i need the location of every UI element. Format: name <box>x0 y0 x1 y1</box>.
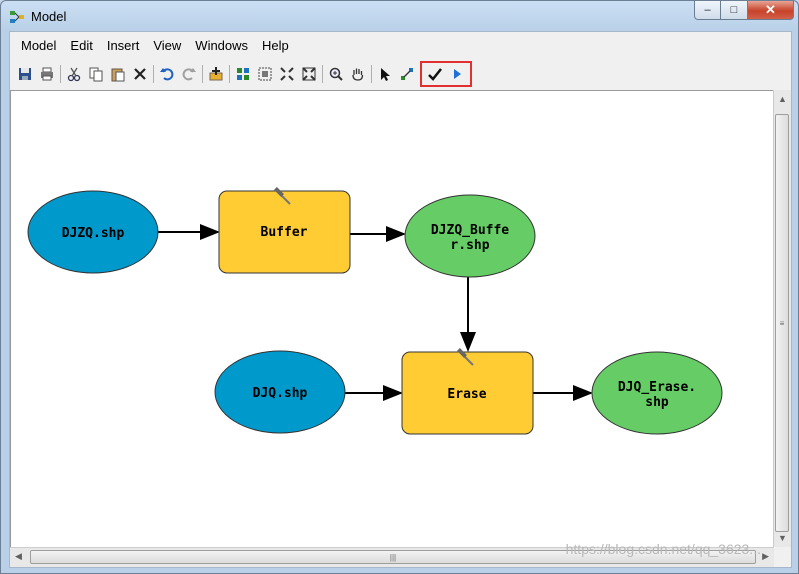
menu-edit[interactable]: Edit <box>63 36 99 56</box>
node-djq-erase-label-line2: shp <box>645 395 669 410</box>
watermark: https://blog.csdn.net/qq_3623... <box>565 541 761 557</box>
select-button[interactable] <box>374 63 396 85</box>
paste-button[interactable] <box>107 63 129 85</box>
print-icon <box>41 67 53 81</box>
connect-button[interactable] <box>396 63 418 85</box>
toolbar-separator <box>60 65 61 83</box>
copy-icon <box>89 67 103 82</box>
zoom-in-fixed-button[interactable] <box>276 63 298 85</box>
maximize-icon: □ <box>730 4 738 16</box>
full-extent-icon <box>258 67 272 81</box>
minimize-icon: – <box>704 4 711 16</box>
redo-button[interactable] <box>178 63 200 85</box>
scrollbar-corner <box>774 548 791 567</box>
model-diagram: DJZQ.shp Buffer DJZQ_Buffe r.shp DJQ.shp… <box>27 187 723 435</box>
zoom-button[interactable] <box>325 63 347 85</box>
node-djq-erase-shp[interactable]: DJQ_Erase. shp <box>591 351 723 435</box>
maximize-button[interactable]: □ <box>721 1 748 20</box>
zoom-out-fixed-icon <box>302 67 316 81</box>
toolbar-separator <box>202 65 203 83</box>
node-djzq-buffer-shp[interactable]: DJZQ_Buffe r.shp <box>404 194 536 278</box>
menu-model[interactable]: Model <box>14 36 63 56</box>
menu-help[interactable]: Help <box>255 36 296 56</box>
delete-icon <box>134 68 146 80</box>
close-icon: ✕ <box>765 2 776 17</box>
menu-bar: Model Edit Insert View Windows Help <box>10 32 791 60</box>
vertical-scrollbar[interactable]: ▲ ≡ ▼ <box>773 90 791 547</box>
delete-button[interactable] <box>129 63 151 85</box>
zoom-in-fixed-icon <box>280 67 294 81</box>
toolbar-separator <box>229 65 230 83</box>
zoom-icon <box>329 67 343 81</box>
select-icon <box>381 68 390 81</box>
scroll-left-icon[interactable]: ◀ <box>15 551 22 562</box>
cut-button[interactable] <box>63 63 85 85</box>
node-erase-tool[interactable]: Erase <box>401 348 534 435</box>
vertical-scroll-thumb[interactable]: ≡ <box>775 114 789 532</box>
paste-icon <box>111 68 125 82</box>
pan-icon <box>352 68 364 81</box>
zoom-out-fixed-button[interactable] <box>298 63 320 85</box>
undo-button[interactable] <box>156 63 178 85</box>
node-erase-label: Erase <box>447 387 486 402</box>
client-area: Model Edit Insert View Windows Help DJZQ… <box>9 31 792 568</box>
minimize-button[interactable]: – <box>694 1 721 20</box>
node-djzq-shp[interactable]: DJZQ.shp <box>27 190 159 274</box>
auto-layout-icon <box>237 68 249 80</box>
node-buffer-tool[interactable]: Buffer <box>218 187 351 274</box>
node-djzq-buffer-label-line1: DJZQ_Buffe <box>431 223 509 238</box>
validate-button[interactable] <box>424 63 446 85</box>
auto-layout-button[interactable] <box>232 63 254 85</box>
title-bar[interactable]: Model – □ ✕ <box>1 1 798 31</box>
model-app-icon <box>10 11 24 23</box>
toolbar-separator <box>153 65 154 83</box>
redo-icon <box>182 68 196 81</box>
cut-icon <box>67 67 81 82</box>
print-button[interactable] <box>36 63 58 85</box>
node-djzq-label: DJZQ.shp <box>62 226 125 241</box>
validate-run-highlight <box>420 61 472 87</box>
node-djq-label: DJQ.shp <box>253 386 308 401</box>
node-djzq-buffer-label-line2: r.shp <box>450 238 489 253</box>
menu-view[interactable]: View <box>146 36 188 56</box>
menu-windows[interactable]: Windows <box>188 36 255 56</box>
node-djq-erase-label-line1: DJQ_Erase. <box>618 380 696 395</box>
undo-icon <box>160 68 174 81</box>
add-data-icon <box>209 67 223 81</box>
run-button[interactable] <box>446 63 468 85</box>
toolbar <box>10 60 791 88</box>
add-data-button[interactable] <box>205 63 227 85</box>
toolbar-separator <box>371 65 372 83</box>
model-window: Model – □ ✕ Model Edit Insert View Windo… <box>0 0 799 574</box>
scroll-up-icon[interactable]: ▲ <box>778 94 787 104</box>
menu-insert[interactable]: Insert <box>100 36 147 56</box>
window-title: Model <box>31 9 67 24</box>
run-icon <box>454 69 461 79</box>
copy-button[interactable] <box>85 63 107 85</box>
model-canvas[interactable]: DJZQ.shp Buffer DJZQ_Buffe r.shp DJQ.shp… <box>10 90 775 548</box>
full-extent-button[interactable] <box>254 63 276 85</box>
node-djq-shp[interactable]: DJQ.shp <box>214 350 346 434</box>
toolbar-separator <box>322 65 323 83</box>
save-icon <box>19 68 31 80</box>
close-button[interactable]: ✕ <box>748 1 794 20</box>
save-button[interactable] <box>14 63 36 85</box>
pan-button[interactable] <box>347 63 369 85</box>
scroll-right-icon[interactable]: ▶ <box>762 551 769 562</box>
scroll-down-icon[interactable]: ▼ <box>778 533 787 543</box>
validate-icon <box>428 68 442 81</box>
connect-icon <box>401 68 413 80</box>
node-buffer-label: Buffer <box>261 225 308 240</box>
